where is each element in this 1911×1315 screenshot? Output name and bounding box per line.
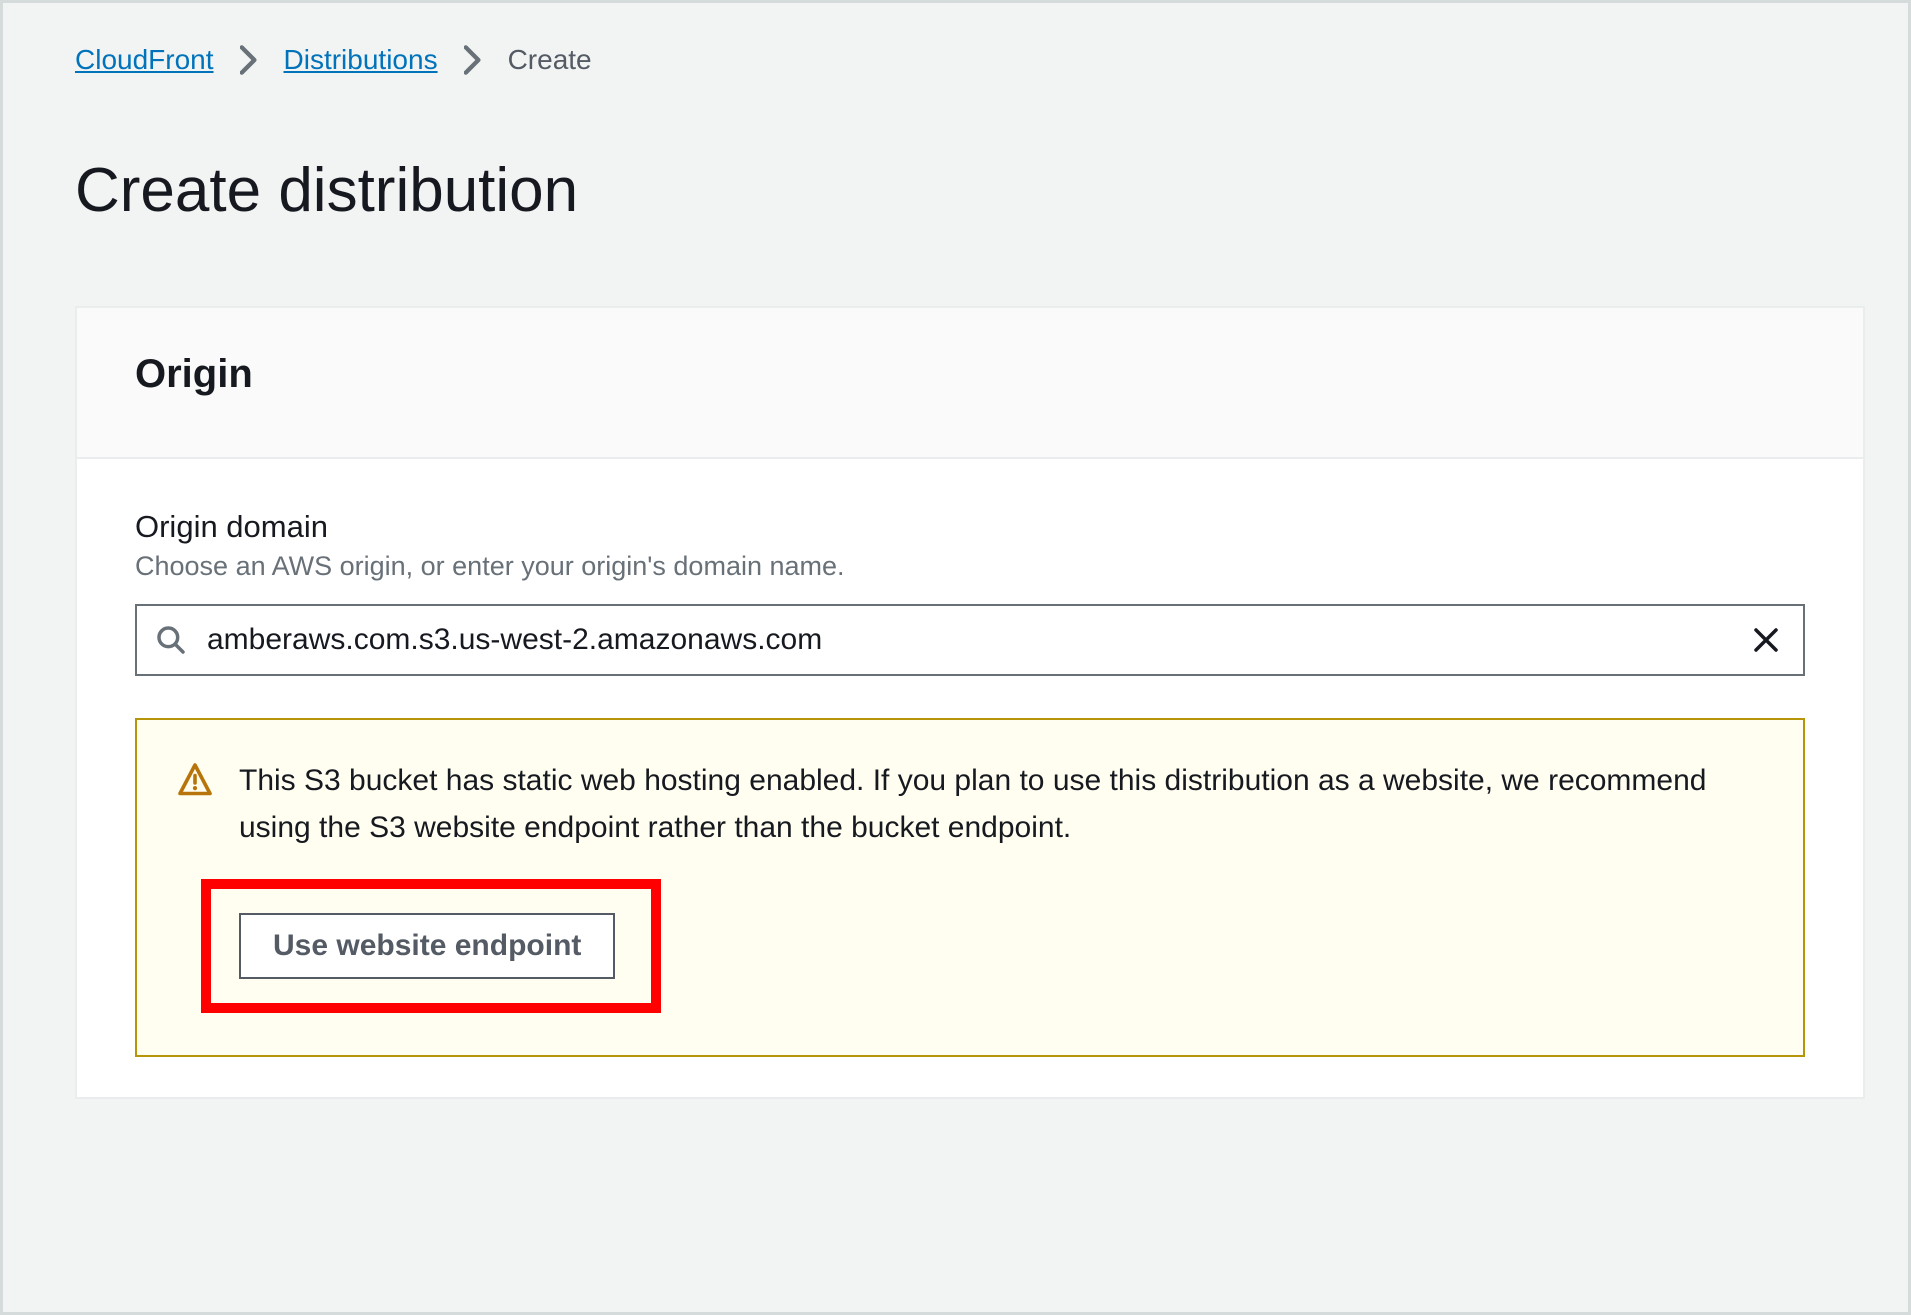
chevron-right-icon — [464, 45, 482, 75]
chevron-right-icon — [240, 45, 258, 75]
origin-panel-body: Origin domain Choose an AWS origin, or e… — [77, 459, 1863, 1097]
search-icon — [155, 624, 187, 656]
breadcrumb-current: Create — [508, 46, 592, 74]
page-frame: CloudFront Distributions Create Create d… — [0, 0, 1911, 1315]
breadcrumb-link-cloudfront[interactable]: CloudFront — [75, 46, 214, 74]
origin-panel: Origin Origin domain Choose an AWS origi… — [75, 306, 1865, 1099]
origin-domain-input[interactable] — [205, 622, 1751, 658]
origin-panel-header: Origin — [77, 308, 1863, 459]
website-endpoint-alert: This S3 bucket has static web hosting en… — [135, 718, 1805, 1057]
origin-heading: Origin — [135, 352, 1805, 397]
alert-content: This S3 bucket has static web hosting en… — [239, 758, 1763, 1013]
breadcrumb: CloudFront Distributions Create — [75, 45, 1908, 75]
use-website-endpoint-button[interactable]: Use website endpoint — [239, 913, 615, 979]
origin-domain-hint: Choose an AWS origin, or enter your orig… — [135, 551, 1805, 582]
origin-domain-label: Origin domain — [135, 509, 1805, 545]
clear-input-icon[interactable] — [1751, 625, 1781, 655]
highlight-box: Use website endpoint — [201, 879, 661, 1013]
origin-domain-input-wrap[interactable] — [135, 604, 1805, 676]
alert-text: This S3 bucket has static web hosting en… — [239, 758, 1763, 851]
page-title: Create distribution — [75, 155, 1908, 226]
breadcrumb-link-distributions[interactable]: Distributions — [284, 46, 438, 74]
